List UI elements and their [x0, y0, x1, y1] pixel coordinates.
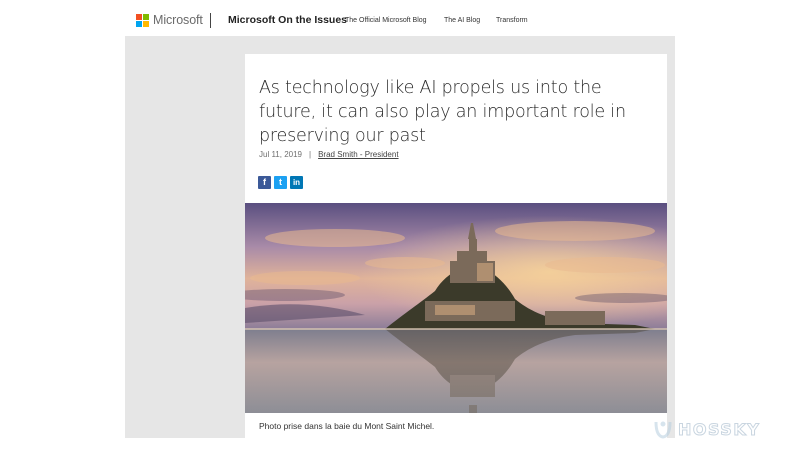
twitter-icon[interactable]: t: [274, 176, 287, 189]
microsoft-logo[interactable]: Microsoft: [136, 13, 203, 27]
nav-transform[interactable]: Transform: [496, 17, 528, 24]
article-date: Jul 11, 2019: [259, 150, 302, 159]
watermark-text: HOSSKY: [677, 419, 761, 439]
article-card: As technology like AI propels us into th…: [245, 54, 667, 438]
site-title-link[interactable]: Microsoft On the Issues: [228, 14, 347, 26]
facebook-icon[interactable]: f: [258, 176, 271, 189]
linkedin-icon[interactable]: in: [290, 176, 303, 189]
header-divider: [210, 13, 211, 28]
article-meta: Jul 11, 2019 | Brad Smith - President: [259, 150, 399, 159]
meta-separator: |: [309, 150, 312, 159]
share-buttons: f t in: [258, 176, 303, 189]
photo-caption: Photo prise dans la baie du Mont Saint M…: [259, 421, 435, 431]
article-headline: As technology like AI propels us into th…: [259, 78, 626, 146]
site-header: Microsoft Microsoft On the Issues The Of…: [0, 0, 800, 36]
author-link[interactable]: Brad Smith - President: [318, 150, 398, 159]
microsoft-logo-icon: [136, 13, 149, 27]
mont-saint-michel-photo: [245, 203, 667, 413]
brand-wordmark: Microsoft: [153, 13, 203, 27]
nav-official-blog[interactable]: The Official Microsoft Blog: [345, 17, 427, 24]
watermark-logo-icon: [654, 421, 672, 439]
watermark: HOSSKY: [652, 418, 760, 440]
nav-ai-blog[interactable]: The AI Blog: [444, 17, 480, 24]
